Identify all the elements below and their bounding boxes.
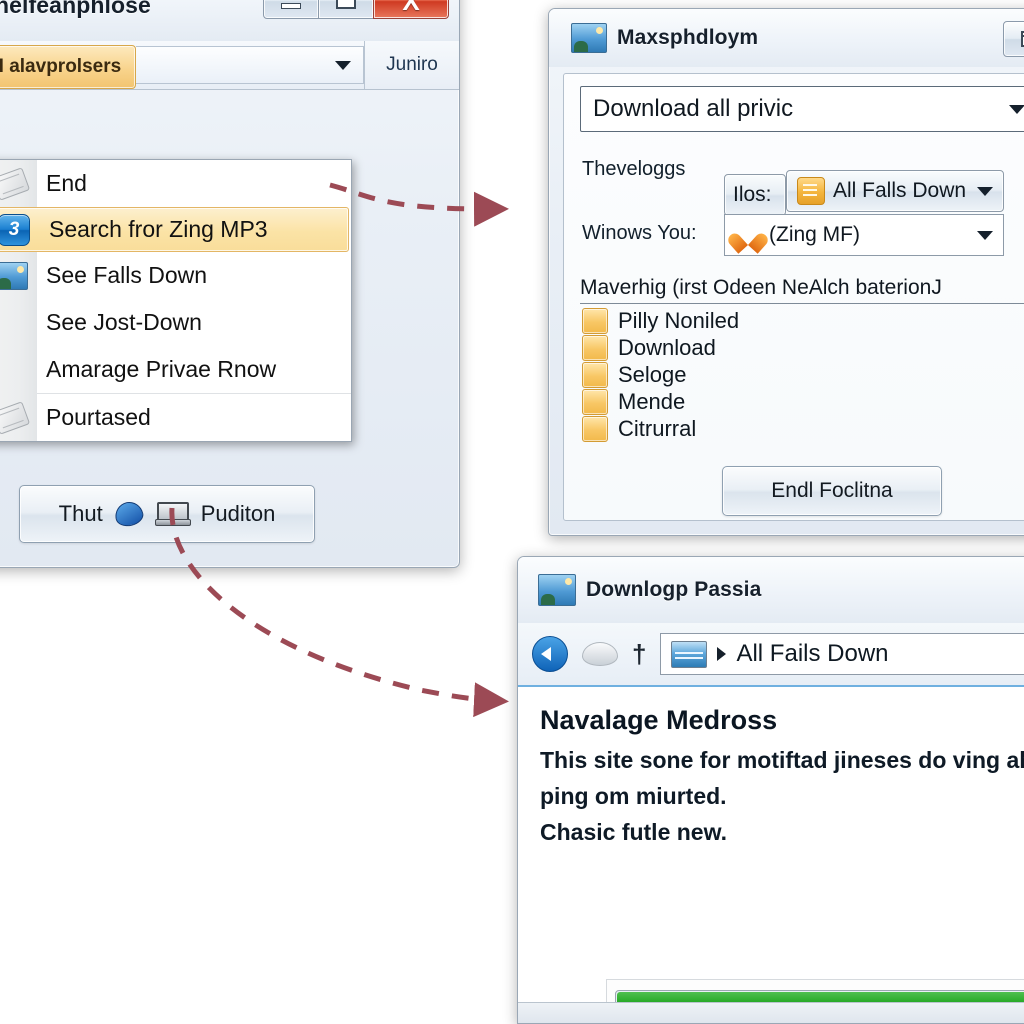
zing-mf-combo[interactable]: (Zing MF)	[724, 214, 1004, 256]
chevron-down-icon[interactable]	[977, 186, 993, 196]
menu-item-amarage-privae-rnow[interactable]: Amarage Privae Rnow	[0, 346, 351, 393]
section-heading: Theveloggs	[582, 158, 686, 180]
checkbox-icon[interactable]	[582, 362, 608, 388]
thut-puditon-button[interactable]: Thut Puditon	[19, 485, 315, 543]
window-downlogp-passia: Downlogp Passia † All Fails Down Navalag…	[517, 556, 1024, 1024]
combo-value: All Falls Down	[833, 179, 967, 202]
ilos-prefix-box[interactable]: Ilos:	[724, 174, 786, 216]
maximize-button[interactable]	[1003, 21, 1024, 57]
checkbox-icon[interactable]	[582, 389, 608, 415]
page-paragraph-3: Chasic futle new.	[540, 819, 728, 846]
checkbox-row[interactable]: Mende	[582, 389, 685, 415]
combo-value: (Zing MF)	[769, 223, 860, 246]
site-icon	[671, 640, 708, 668]
globe-icon	[112, 499, 145, 529]
chevron-down-icon[interactable]	[335, 60, 351, 70]
forward-arrow-icon[interactable]	[582, 642, 618, 666]
breadcrumb[interactable]: All Fails Down	[660, 633, 1024, 675]
maximize-button[interactable]	[318, 0, 374, 19]
chevron-down-icon[interactable]	[977, 230, 993, 240]
explorer-toolbar: † All Fails Down	[518, 623, 1024, 685]
menu-item-label: Search fror Zing MP3	[49, 216, 268, 242]
combo-value: Download all privic	[593, 95, 794, 122]
address-bar: tfI alavprolsers Juniro	[0, 41, 459, 90]
window3-titlebar[interactable]: Downlogp Passia	[518, 557, 1024, 623]
minimize-button[interactable]	[263, 0, 319, 19]
window-browser: nelfeanphlose X tfI alavprolsers Juniro	[0, 0, 460, 568]
context-menu: End 3 Search fror Zing MP3 See Falls Dow…	[0, 159, 352, 442]
app-media-icon	[538, 574, 576, 606]
page-content: Navalage Medross This site sone for moti…	[518, 685, 1024, 1023]
breadcrumb-label[interactable]: All Fails Down	[736, 640, 888, 668]
checkbox-label: Citrurral	[618, 416, 697, 441]
menu-item-label: Amarage Privae Rnow	[46, 356, 277, 382]
window3-body: † All Fails Down Navalage Medross This s…	[518, 623, 1024, 1023]
menu-item-see-falls-down[interactable]: See Falls Down	[0, 252, 351, 299]
checkbox-row[interactable]: Citrurral	[582, 416, 696, 442]
window1-body: tfI alavprolsers Juniro End 3 Search fro…	[0, 41, 459, 567]
download-mode-combo[interactable]: Download all privic	[580, 86, 1024, 132]
picture-icon	[0, 261, 36, 290]
window2-caption-buttons	[1003, 21, 1024, 57]
address-tab[interactable]: tfI alavprolsers	[0, 45, 137, 89]
tag-icon	[0, 400, 36, 435]
endl-foclitna-button[interactable]: Endl Foclitna	[722, 466, 942, 516]
screenshot-canvas: nelfeanphlose X tfI alavprolsers Juniro	[0, 0, 1024, 1024]
winows-you-label: Winows You:	[582, 222, 697, 244]
checkbox-label: Mende	[618, 389, 686, 414]
status-bar	[518, 1002, 1024, 1023]
menu-item-label: See Falls Down	[46, 262, 208, 288]
checkbox-label: Download	[618, 335, 716, 360]
close-button[interactable]: X	[373, 0, 449, 19]
ilos-label: Ilos:	[733, 183, 772, 206]
address-input[interactable]	[136, 46, 364, 84]
window-maxsphdloym: Maxsphdloym Download all privic Thevelog…	[548, 8, 1024, 536]
button-right-label: Puditon	[200, 501, 276, 526]
page-title: Navalage Medross	[540, 705, 778, 735]
window2-panel: Download all privic Theveloggs Ilos: All…	[563, 73, 1024, 521]
checkbox-label: Pilly Noniled	[618, 308, 740, 333]
window1-caption-buttons: X	[263, 0, 449, 19]
note-icon	[797, 177, 825, 205]
page-paragraph-1: This site sone for motiftad jineses do v…	[540, 747, 1024, 773]
monitor-icon	[154, 502, 191, 526]
menu-item-see-jost-down[interactable]: See Jost-Down	[0, 299, 351, 346]
menu-item-label: End	[46, 170, 87, 196]
maximize-icon	[336, 0, 356, 9]
button-label: Endl Foclitna	[771, 479, 893, 502]
checkbox-row[interactable]: Pilly Noniled	[582, 308, 739, 334]
checkbox-label: Seloge	[618, 362, 687, 387]
window3-title: Downlogp Passia	[586, 578, 762, 601]
menu-item-end[interactable]: End	[0, 160, 351, 207]
back-arrow-icon[interactable]	[532, 636, 568, 672]
all-falls-down-combo[interactable]: All Falls Down	[786, 170, 1004, 212]
checkbox-icon[interactable]	[582, 335, 608, 361]
window1-title: nelfeanphlose	[0, 0, 151, 18]
button-left-label: Thut	[58, 501, 103, 526]
menu-item-label: Pourtased	[46, 404, 151, 430]
blue-three-icon: 3	[0, 213, 39, 246]
chevron-down-icon[interactable]	[1009, 104, 1024, 114]
window2-title: Maxsphdloym	[617, 26, 759, 49]
minimize-icon	[281, 3, 301, 9]
menu-item-label: See Jost-Down	[46, 309, 202, 335]
page-paragraph-2: ping om miurted.	[540, 783, 727, 810]
tag-icon	[0, 166, 36, 201]
group-header: Maverhig (irst Odeen NeAlch baterionJ	[580, 276, 1024, 304]
close-icon: X	[402, 0, 420, 16]
app-media-icon	[571, 23, 607, 53]
window2-body: Download all privic Theveloggs Ilos: All…	[549, 67, 1024, 535]
window2-titlebar[interactable]: Maxsphdloym	[549, 9, 1024, 67]
checkbox-row[interactable]: Seloge	[582, 362, 687, 388]
checkbox-row[interactable]: Download	[582, 335, 716, 361]
checkbox-icon[interactable]	[582, 308, 608, 334]
menu-item-search-zing-mp3[interactable]: 3 Search fror Zing MP3	[0, 207, 349, 252]
address-go-button[interactable]: Juniro	[364, 41, 459, 89]
heart-icon	[735, 224, 761, 246]
menu-item-pourtased[interactable]: Pourtased	[0, 394, 351, 441]
checkbox-icon[interactable]	[582, 416, 608, 442]
chevron-right-icon	[717, 647, 727, 661]
up-arrow-icon[interactable]: †	[632, 641, 646, 667]
